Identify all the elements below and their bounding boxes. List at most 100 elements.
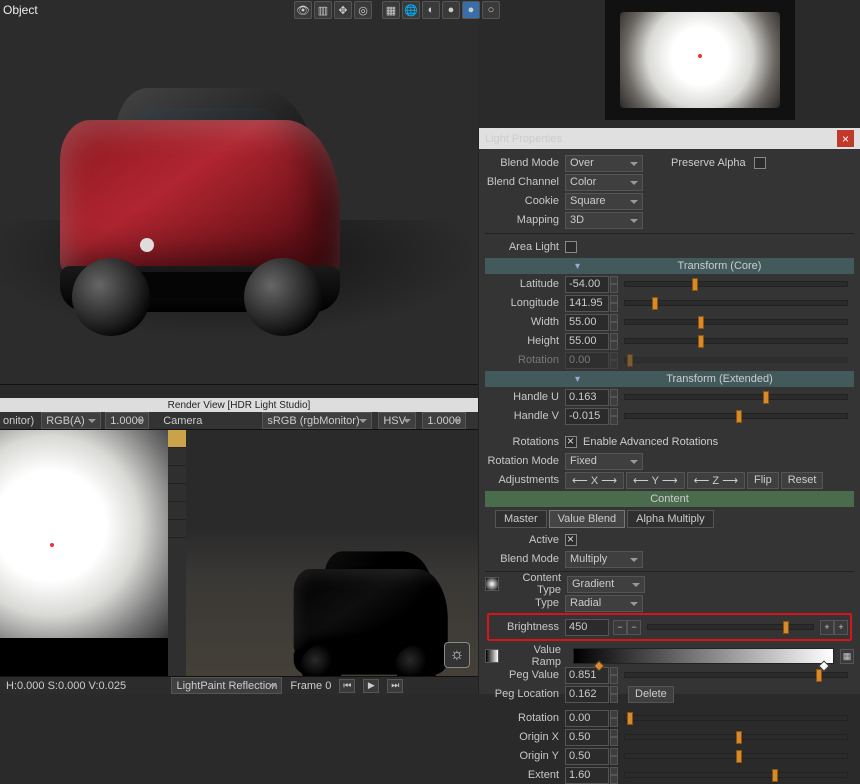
region-tool-icon[interactable] [168, 502, 186, 520]
globe-icon[interactable]: 🌐 [402, 1, 420, 19]
vblend-mode-combo[interactable]: Multiply [565, 551, 643, 568]
frame-play-button[interactable]: ▶ [363, 679, 379, 693]
handle-u-spinner[interactable] [610, 389, 618, 406]
display-value-combo[interactable]: 1.0000 [422, 412, 466, 429]
brightness-inc-button[interactable]: + [820, 620, 834, 635]
gizmo-icon[interactable]: ▥ [314, 1, 332, 19]
flip-button[interactable]: Flip [747, 472, 779, 489]
handle-v-spinner[interactable] [610, 408, 618, 425]
paint-mode-combo[interactable]: LightPaint Reflection [171, 677, 282, 694]
move-tool-icon[interactable] [168, 466, 186, 484]
brightness-inc2-button[interactable]: + [834, 620, 848, 635]
rotation-mode-combo[interactable]: Fixed [565, 453, 643, 470]
preserve-alpha-checkbox[interactable] [754, 157, 766, 169]
reset-button[interactable]: Reset [781, 472, 824, 489]
cookie-combo[interactable]: Square [565, 193, 643, 210]
origin-x-spinner[interactable] [610, 729, 618, 746]
main-viewport[interactable]: Object 👁 ▥ ✥ ◎ ▦ 🌐 ◐ ● ● ○ [0, 0, 478, 384]
origin-x-slider[interactable] [624, 734, 848, 740]
advanced-rotations-checkbox[interactable] [565, 436, 577, 448]
width-input[interactable]: 55.00 [565, 314, 609, 331]
eyedropper-tool-icon[interactable] [168, 520, 186, 538]
value-ramp[interactable] [573, 648, 834, 664]
grid-icon[interactable]: ▦ [382, 1, 400, 19]
content-header[interactable]: ▾ Content [485, 491, 854, 507]
tab-alpha-multiply[interactable]: Alpha Multiply [627, 510, 713, 528]
ramp-preview-icon[interactable] [485, 649, 499, 663]
channel-combo[interactable]: RGB(A) [41, 412, 101, 429]
transform-extended-header[interactable]: ▾ Transform (Extended) [485, 371, 854, 387]
tab-master[interactable]: Master [495, 510, 547, 528]
width-spinner[interactable] [610, 314, 618, 331]
delete-button[interactable]: Delete [628, 686, 674, 703]
height-slider[interactable] [624, 338, 848, 344]
latitude-input[interactable]: -54.00 [565, 276, 609, 293]
brightness-input[interactable]: 450 [565, 619, 609, 636]
colorspace-combo[interactable]: sRGB (rgbMonitor) [262, 412, 372, 429]
origin-x-input[interactable]: 0.50 [565, 729, 609, 746]
sun-toggle-icon[interactable]: ☼ [444, 642, 470, 668]
handle-v-slider[interactable] [624, 413, 848, 419]
handle-v-input[interactable]: -0.015 [565, 408, 609, 425]
gradient-preview-icon[interactable] [485, 577, 499, 591]
area-light-checkbox[interactable] [565, 241, 577, 253]
brush-tool-icon[interactable] [168, 430, 186, 448]
select-tool-icon[interactable] [168, 448, 186, 466]
collapse-icon[interactable]: ▾ [575, 374, 585, 385]
type-combo[interactable]: Radial [565, 595, 643, 612]
panel-titlebar[interactable]: Light Properties × [479, 128, 860, 149]
collapse-icon[interactable]: ▾ [575, 261, 585, 272]
display-mode-combo[interactable]: HSV [378, 412, 416, 429]
active-checkbox[interactable] [565, 534, 577, 546]
extent-spinner[interactable] [610, 767, 618, 784]
rotation-slider[interactable] [624, 715, 848, 721]
rotation-input[interactable]: 0.00 [565, 710, 609, 727]
render-preview[interactable]: ☼ [168, 430, 478, 676]
longitude-spinner[interactable] [610, 295, 618, 312]
move-icon[interactable]: ✥ [334, 1, 352, 19]
target-icon[interactable]: ◎ [354, 1, 372, 19]
extent-input[interactable]: 1.60 [565, 767, 609, 784]
sphere-solid-icon[interactable]: ● [442, 1, 460, 19]
height-input[interactable]: 55.00 [565, 333, 609, 350]
frame-prev-button[interactable]: ⏮ [339, 679, 355, 693]
frame-next-button[interactable]: ⏭ [387, 679, 403, 693]
channel-value-combo[interactable]: 1.0000 [105, 412, 149, 429]
width-slider[interactable] [624, 319, 848, 325]
peg-location-spinner[interactable] [610, 686, 618, 703]
extent-slider[interactable] [624, 772, 848, 778]
sphere-lit-icon[interactable]: ● [462, 1, 480, 19]
peg-value-input[interactable]: 0.851 [565, 667, 609, 684]
blend-mode-combo[interactable]: Over [565, 155, 643, 172]
adjust-y-button[interactable]: ⟵ Y ⟶ [626, 472, 685, 489]
brightness-dec-button[interactable]: − [627, 620, 641, 635]
brightness-slider[interactable] [647, 624, 814, 630]
mapping-combo[interactable]: 3D [565, 212, 643, 229]
peg-value-slider[interactable] [624, 672, 848, 678]
latitude-spinner[interactable] [610, 276, 618, 293]
peg-location-input[interactable]: 0.162 [565, 686, 609, 703]
close-icon[interactable]: × [837, 130, 854, 147]
hdr-canvas-view[interactable] [0, 430, 168, 676]
longitude-input[interactable]: 141.95 [565, 295, 609, 312]
adjust-x-button[interactable]: ⟵ X ⟶ [565, 472, 624, 489]
origin-y-slider[interactable] [624, 753, 848, 759]
origin-y-input[interactable]: 0.50 [565, 748, 609, 765]
sphere-shaded-icon[interactable]: ◐ [422, 1, 440, 19]
peg-value-spinner[interactable] [610, 667, 618, 684]
latitude-slider[interactable] [624, 281, 848, 287]
tab-value-blend[interactable]: Value Blend [549, 510, 626, 528]
adjust-z-button[interactable]: ⟵ Z ⟶ [687, 472, 745, 489]
longitude-slider[interactable] [624, 300, 848, 306]
content-type-combo[interactable]: Gradient [567, 576, 645, 593]
handle-u-slider[interactable] [624, 394, 848, 400]
eye-icon[interactable]: 👁 [294, 1, 312, 19]
ramp-options-button[interactable]: ▦ [840, 649, 854, 664]
transform-core-header[interactable]: ▾ Transform (Core) [485, 258, 854, 274]
handle-u-input[interactable]: 0.163 [565, 389, 609, 406]
sphere-wire-icon[interactable]: ○ [482, 1, 500, 19]
hdr-preview-thumbnail[interactable] [605, 0, 795, 120]
brightness-dec2-button[interactable]: − [613, 620, 627, 635]
origin-y-spinner[interactable] [610, 748, 618, 765]
height-spinner[interactable] [610, 333, 618, 350]
